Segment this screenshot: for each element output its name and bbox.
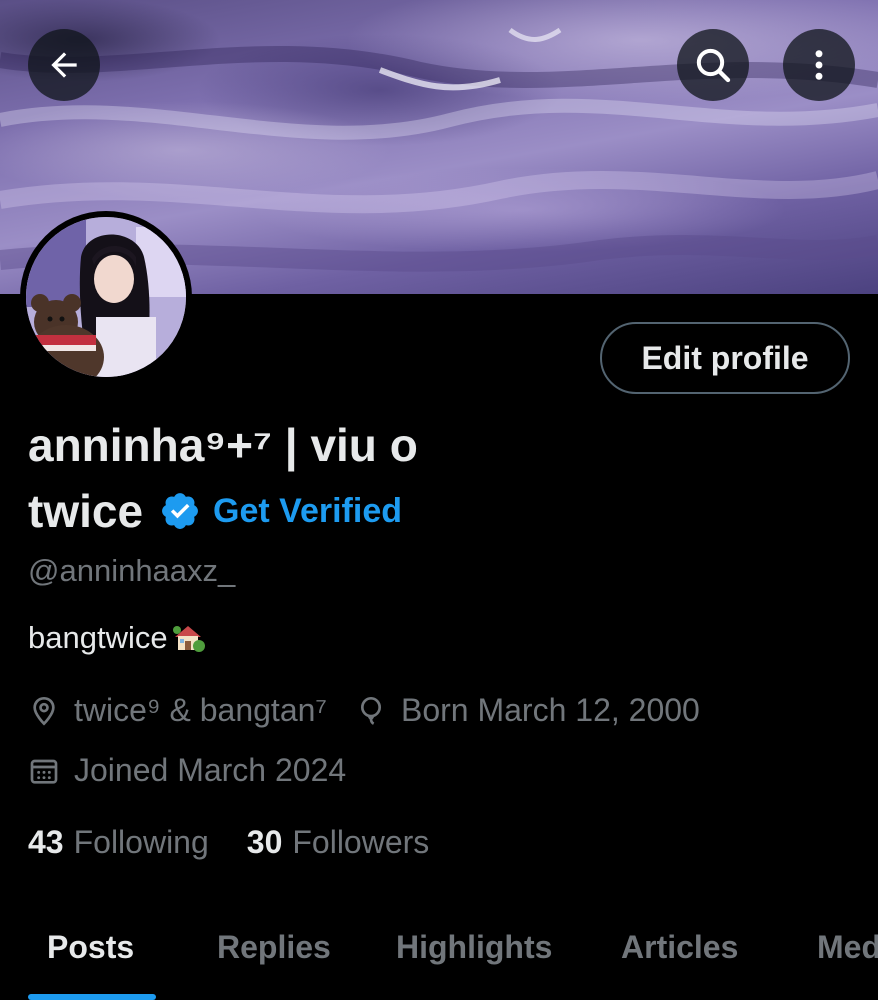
arrow-left-icon [51,52,77,78]
verified-badge-icon[interactable] [159,490,201,532]
joined-item: Joined March 2024 [28,752,346,789]
location-pin-icon [33,696,55,726]
followers-link[interactable]: 30 Followers [247,824,430,861]
search-button[interactable] [677,29,749,101]
house-with-garden-icon [172,626,205,652]
avatar-photo [26,217,186,377]
more-options-button[interactable] [783,29,855,101]
profile-meta-row: twice⁹ & bangtan⁷ Born March 12, 2000 [28,692,700,729]
display-name-row: twice Get Verified [28,484,402,538]
followers-label: Followers [292,824,430,860]
profile-tabs: Posts Replies Highlights Articles Media [0,905,878,1000]
birthday-item: Born March 12, 2000 [355,692,700,729]
avatar[interactable] [20,211,192,383]
active-tab-indicator [28,994,156,1000]
following-count: 43 [28,824,64,860]
edit-profile-button[interactable]: Edit profile [600,322,850,394]
following-label: Following [73,824,209,860]
user-handle: @anninhaaxz_ [28,553,236,588]
bio-text: bangtwice [28,620,168,655]
follow-stats: 43 Following 30 Followers [28,824,429,861]
search-icon [696,48,731,83]
location-item: twice⁹ & bangtan⁷ [28,692,327,729]
more-vertical-icon [815,50,823,80]
birthday-text: Born March 12, 2000 [400,692,700,728]
tab-replies[interactable]: Replies [217,929,331,966]
tab-articles[interactable]: Articles [621,929,738,966]
followers-count: 30 [246,824,283,860]
tab-highlights[interactable]: Highlights [396,929,552,966]
calendar-icon [30,759,58,784]
bio: bangtwice [28,620,206,656]
balloon-icon [360,696,381,725]
joined-row: Joined March 2024 [28,752,346,789]
get-verified-link[interactable]: Get Verified [213,492,402,531]
location-text: twice⁹ & bangtan⁷ [74,692,327,728]
display-name-line1: anninha⁹+⁷ | viu o [28,419,418,471]
tab-posts[interactable]: Posts [47,929,134,966]
back-button[interactable] [28,29,100,101]
tab-media[interactable]: Media [817,929,878,966]
display-name-line2: twice [28,485,144,537]
following-link[interactable]: 43 Following [28,824,209,861]
joined-text: Joined March 2024 [74,752,347,788]
